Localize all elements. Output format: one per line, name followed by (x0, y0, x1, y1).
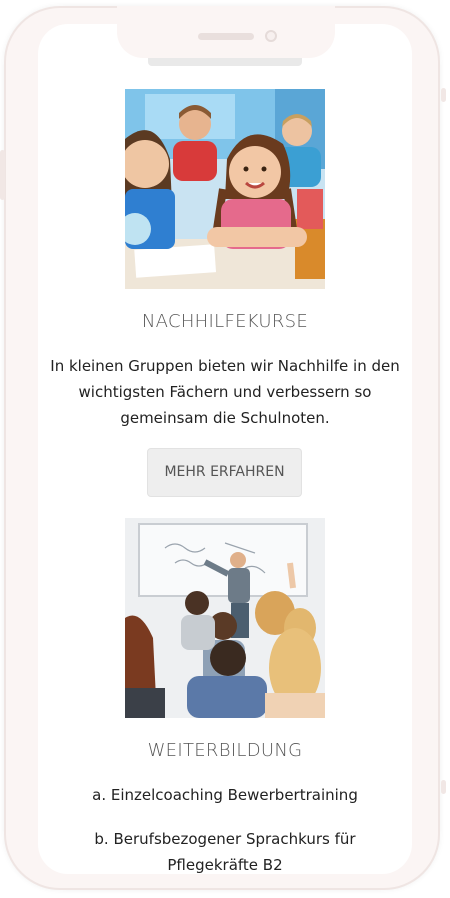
nachhilfe-image (125, 89, 325, 289)
phone-side-button (441, 780, 446, 794)
speaker-icon (198, 33, 254, 40)
section-description: In kleinen Gruppen bieten wir Nachhilfe … (50, 357, 400, 427)
teacher-class-illustration (125, 518, 325, 718)
camera-icon (265, 30, 277, 42)
weiterbildung-image (125, 518, 325, 718)
phone-notch (117, 6, 335, 58)
list-item: a. Einzelcoaching Bewerbertraining (92, 786, 358, 804)
list-item: b. Berufsbezogener Sprachkurs für Pflege… (94, 830, 356, 874)
section-title: WEITERBILDUNG (147, 740, 303, 761)
mehr-erfahren-button[interactable]: MEHR ERFAHREN (147, 448, 302, 497)
children-classroom-illustration (125, 89, 325, 289)
header-bar (148, 58, 302, 66)
section-title: NACHHILFEKURSE (141, 311, 309, 332)
phone-side-button (441, 88, 446, 102)
phone-side-button (0, 150, 5, 200)
